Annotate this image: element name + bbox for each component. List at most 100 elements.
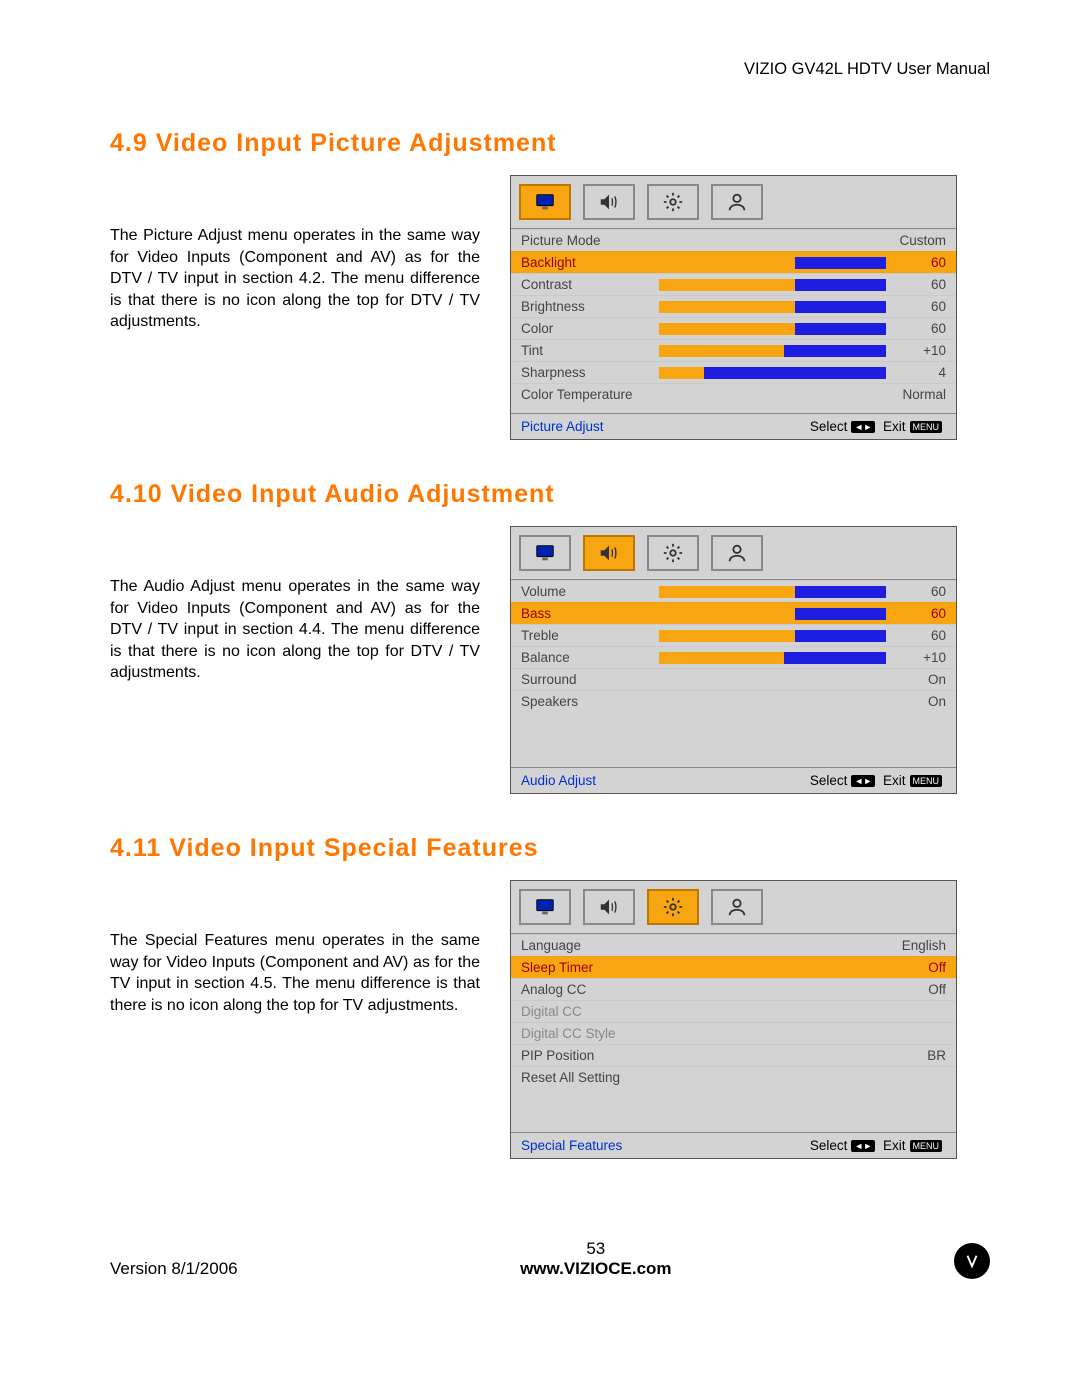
menu-footer-title: Picture Adjust — [521, 419, 810, 434]
menu-row-value: 60 — [894, 584, 946, 599]
section-paragraph-2: The Special Features menu operates in th… — [110, 875, 480, 1016]
menu-row[interactable]: Backlight 60 — [511, 251, 956, 273]
monitor-icon — [534, 191, 556, 213]
menu-row[interactable]: Balance +10 — [511, 646, 956, 668]
section-heading-0: 4.9 Video Input Picture Adjustment — [110, 129, 990, 158]
menu-tab-3[interactable] — [711, 184, 763, 220]
menu-row[interactable]: Language English — [511, 934, 956, 956]
menu-row-value: +10 — [894, 343, 946, 358]
menu-row-value: 60 — [894, 255, 946, 270]
menu-tab-1[interactable] — [583, 889, 635, 925]
footer-center: 53 www.VIZIOCE.com — [238, 1239, 954, 1279]
menu-row[interactable]: Reset All Setting — [511, 1066, 956, 1088]
gear-icon — [662, 191, 684, 213]
menu-tab-2[interactable] — [647, 889, 699, 925]
speaker-icon — [598, 896, 620, 918]
slider-track — [659, 1028, 886, 1040]
footer-url: www.VIZIOCE.com — [238, 1259, 954, 1279]
vizio-logo-icon — [954, 1243, 990, 1279]
slider-track — [659, 940, 886, 952]
menu-spacer — [511, 712, 956, 767]
menu-row[interactable]: Contrast 60 — [511, 273, 956, 295]
menu-row-label: Tint — [521, 343, 651, 358]
menu-spacer — [511, 1088, 956, 1132]
menu-row[interactable]: Sharpness 4 — [511, 361, 956, 383]
menu-row-label: Bass — [521, 606, 651, 621]
menu-footer-title: Audio Adjust — [521, 773, 810, 788]
menu-tab-bar — [511, 527, 956, 580]
section-heading-1: 4.10 Video Input Audio Adjustment — [110, 480, 990, 509]
menu-tab-0[interactable] — [519, 184, 571, 220]
gear-icon — [662, 542, 684, 564]
menu-row-value: 60 — [894, 277, 946, 292]
page-footer: Version 8/1/2006 53 www.VIZIOCE.com — [110, 1239, 990, 1279]
osd-menu-panel: Language English Sleep Timer Off Analog … — [510, 880, 957, 1159]
section-paragraph-0: The Picture Adjust menu operates in the … — [110, 170, 480, 333]
menu-row[interactable]: Picture Mode Custom — [511, 229, 956, 251]
menu-footer: Picture Adjust Select◄► ExitMENU — [511, 413, 956, 439]
menu-tab-2[interactable] — [647, 184, 699, 220]
menu-row[interactable]: Surround On — [511, 668, 956, 690]
menu-row[interactable]: PIP Position BR — [511, 1044, 956, 1066]
menu-row[interactable]: Brightness 60 — [511, 295, 956, 317]
menu-tab-2[interactable] — [647, 535, 699, 571]
menu-row[interactable]: Color Temperature Normal — [511, 383, 956, 405]
menu-row-value: 60 — [894, 321, 946, 336]
slider-track — [659, 696, 886, 708]
menu-row-label: Contrast — [521, 277, 651, 292]
menu-row-label: Brightness — [521, 299, 651, 314]
menu-tab-bar — [511, 881, 956, 934]
menu-row[interactable]: Treble 60 — [511, 624, 956, 646]
menu-tab-3[interactable] — [711, 535, 763, 571]
slider-track — [659, 389, 886, 401]
slider-track — [659, 962, 886, 974]
menu-row-label: Volume — [521, 584, 651, 599]
slider-track — [659, 235, 886, 247]
menu-row-value: English — [894, 938, 946, 953]
menu-row[interactable]: Tint +10 — [511, 339, 956, 361]
menu-row[interactable]: Analog CC Off — [511, 978, 956, 1000]
menu-row-value: +10 — [894, 650, 946, 665]
slider-track — [659, 301, 886, 313]
dpad-chip: ◄► — [851, 421, 875, 433]
person-icon — [726, 542, 748, 564]
menu-row-value: 4 — [894, 365, 946, 380]
speaker-icon — [598, 542, 620, 564]
section-paragraph-1: The Audio Adjust menu operates in the sa… — [110, 521, 480, 684]
menu-tab-1[interactable] — [583, 184, 635, 220]
menu-row-value: 60 — [894, 628, 946, 643]
page-header: VIZIO GV42L HDTV User Manual — [110, 60, 990, 79]
menu-row-value: 60 — [894, 299, 946, 314]
menu-row[interactable]: Digital CC Style — [511, 1022, 956, 1044]
menu-row-label: Digital CC — [521, 1004, 651, 1019]
dpad-chip: ◄► — [851, 775, 875, 787]
menu-row[interactable]: Color 60 — [511, 317, 956, 339]
menu-row[interactable]: Bass 60 — [511, 602, 956, 624]
menu-tab-3[interactable] — [711, 889, 763, 925]
section-row-0: The Picture Adjust menu operates in the … — [110, 170, 990, 440]
menu-footer-controls: Select◄► ExitMENU — [810, 773, 946, 788]
menu-row[interactable]: Digital CC — [511, 1000, 956, 1022]
menu-footer-controls: Select◄► ExitMENU — [810, 1138, 946, 1153]
menu-row-value: BR — [894, 1048, 946, 1063]
menu-row-label: Sharpness — [521, 365, 651, 380]
menu-row-label: Balance — [521, 650, 651, 665]
menu-tab-0[interactable] — [519, 889, 571, 925]
slider-track — [659, 279, 886, 291]
menu-tab-0[interactable] — [519, 535, 571, 571]
slider-track — [659, 674, 886, 686]
menu-row-value: On — [894, 694, 946, 709]
slider-track — [659, 608, 886, 620]
menu-row[interactable]: Speakers On — [511, 690, 956, 712]
menu-row-label: Sleep Timer — [521, 960, 651, 975]
menu-row-label: Treble — [521, 628, 651, 643]
menu-row-label: Backlight — [521, 255, 651, 270]
monitor-icon — [534, 542, 556, 564]
menu-tab-bar — [511, 176, 956, 229]
menu-row[interactable]: Volume 60 — [511, 580, 956, 602]
menu-tab-1[interactable] — [583, 535, 635, 571]
menu-row-label: Picture Mode — [521, 233, 651, 248]
slider-track — [659, 1050, 886, 1062]
menu-chip: MENU — [910, 1140, 943, 1152]
menu-row[interactable]: Sleep Timer Off — [511, 956, 956, 978]
